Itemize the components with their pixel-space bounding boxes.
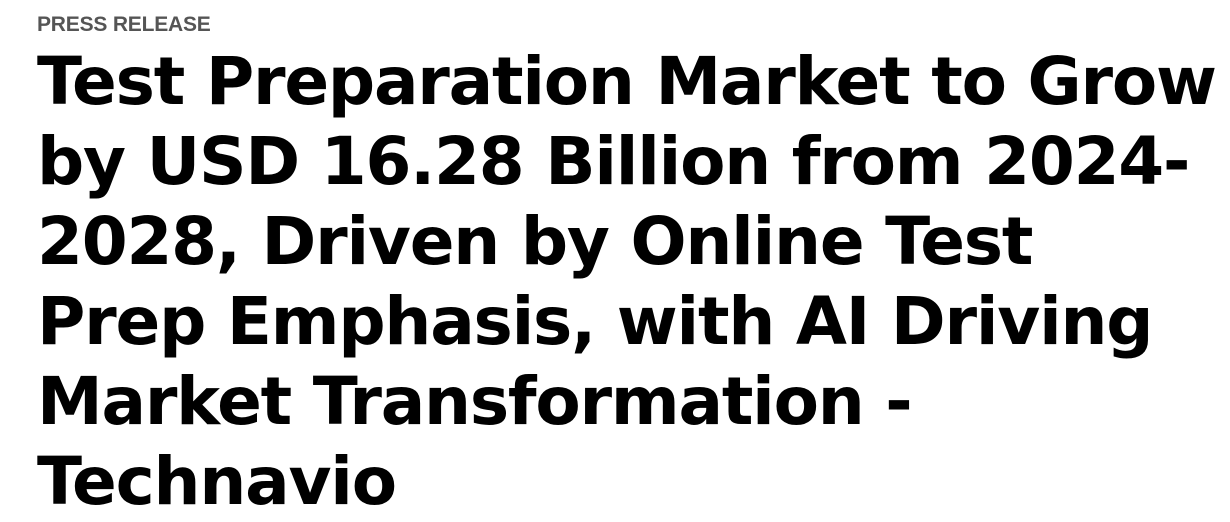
- article-header: PRESS RELEASE Test Preparation Market to…: [37, 10, 1217, 522]
- article-headline: Test Preparation Market to Grow by USD 1…: [37, 43, 1217, 520]
- article-category-label: PRESS RELEASE: [37, 13, 211, 36]
